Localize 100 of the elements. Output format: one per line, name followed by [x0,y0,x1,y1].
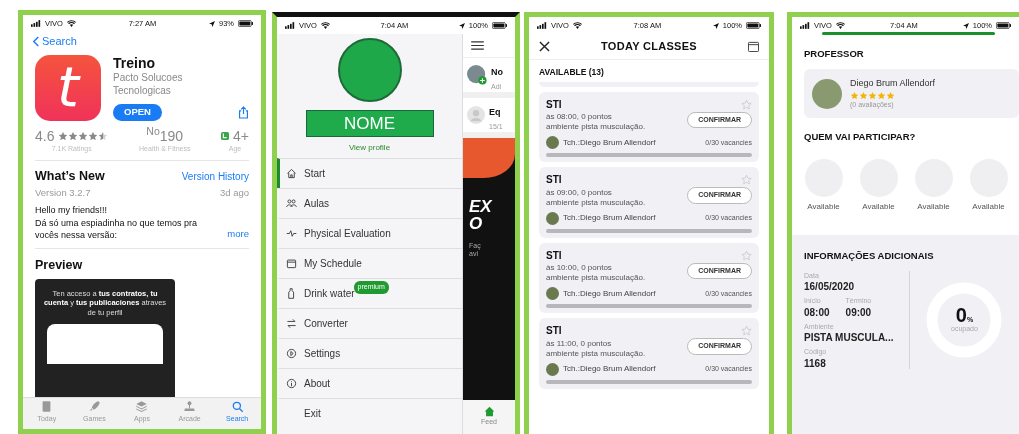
professor-name: Diego Brum Allendorf [850,77,936,91]
wifi-icon [572,22,582,29]
version-label: Version 3.2.7 [35,186,91,201]
signal-icon [800,22,810,29]
share-icon[interactable] [238,105,249,119]
menu-item[interactable]: Exit [277,398,462,428]
teacher-name: Tch.:Diego Brum Allendorf [563,212,656,225]
star-icon [68,131,79,142]
section-heading: QUEM VAI PARTICIPAR? [803,130,917,145]
avatar-placeholder [546,136,559,150]
menu-item[interactable]: My Schedule [277,248,462,278]
user-name: NOME [305,110,434,137]
app-logo: t [35,54,101,121]
rating-value: 4.6 [35,128,55,144]
avatar-placeholder [546,287,559,301]
class-place: ambiente pista musculação. [546,197,646,208]
favorite-star-icon[interactable] [741,174,752,186]
field-value: 08:00 [804,306,830,318]
person-silhouette-icon [467,106,485,124]
slot-label: Available [972,200,1005,213]
joystick-icon [183,400,197,413]
layers-icon [135,400,149,413]
avatar-badge-icon [467,65,487,85]
avatar-placeholder [546,362,559,376]
star-icon [859,90,868,100]
age-rating: 4+ [233,128,249,144]
release-note: Hello my friends!!! [35,204,109,217]
field-value: 09:00 [845,306,872,318]
menu-item[interactable]: Settings [277,338,462,368]
star-icon [88,131,99,142]
banner-headline: O [469,215,484,232]
field-value: PISTA MUSCULA... [804,332,894,344]
class-name: STI [546,97,562,112]
bottle-icon [286,288,297,299]
location-arrow-icon [208,20,215,27]
class-time: às 11:00, 0 pontos [546,338,613,349]
star-icon [98,131,109,142]
favorite-star-icon[interactable] [741,249,752,261]
version-history-link[interactable]: Version History [181,169,249,185]
calendar-icon [286,258,297,269]
signal-icon [31,20,41,27]
pulse-icon [286,228,297,239]
star-icon [877,90,886,100]
app-name: Treino [113,54,156,72]
age-badge-icon [221,132,229,141]
play-circle-icon [286,348,297,359]
star-icon [886,90,895,100]
signal-icon [537,22,547,29]
class-place: ambiente pista musculação. [546,348,646,359]
teacher-name: Tch.:Diego Brum Allendorf [563,287,656,300]
location-arrow-icon [458,22,465,29]
signal-icon [285,22,295,29]
section-heading: INFORMAÇÕES ADICIONAIS [804,248,935,263]
menu-item[interactable]: Aulas [277,188,462,218]
star-icon [868,90,877,100]
teacher-name: Tch.:Diego Brum Allendorf [563,136,656,149]
banner-graphic [463,138,515,178]
banner-headline: EX [469,198,493,215]
battery-icon [238,20,253,27]
battery-icon [746,22,761,29]
wifi-icon [320,22,330,29]
search-icon [230,400,244,413]
menu-item[interactable]: About [277,368,462,398]
battery-icon [996,22,1011,29]
menu-item[interactable]: Physical Evaluation [277,218,462,248]
wifi-icon [66,20,76,27]
home-icon [483,406,495,418]
open-button[interactable]: OPEN [113,104,162,121]
occupancy-value: 0 [955,303,967,326]
avatar-placeholder [546,211,559,225]
menu-item[interactable]: Converter [277,308,462,338]
battery-icon [492,22,507,29]
back-chevron-icon [33,35,39,47]
favorite-star-icon[interactable] [741,98,752,110]
class-time: às 08:00, 0 pontos [546,112,613,123]
section-heading: PROFESSOR [803,47,865,61]
star-icon [78,131,89,142]
section-title: Preview [35,256,84,274]
post-title: Eq [489,106,501,117]
calendar-icon[interactable] [748,41,759,52]
wifi-icon [835,22,845,29]
slot-label: Available [862,200,895,213]
favorite-star-icon[interactable] [741,325,752,337]
release-note: Dá só uma espiadinha no que temos pra vocês nessa versão: [35,216,199,241]
field-value: 16/05/2020 [804,281,855,293]
location-arrow-icon [962,22,969,29]
info-icon [286,378,297,389]
class-time: às 10:00, 0 pontos [546,263,613,274]
teacher-name: Tch.:Diego Brum Allendorf [563,363,656,376]
view-profile-link[interactable]: View profile [277,142,462,154]
class-place: ambiente pista musculação. [546,273,646,284]
back-link[interactable]: Search [23,32,87,51]
close-icon[interactable] [539,41,550,52]
developer-name: Pacto Solucoes Tecnologicas [113,71,184,98]
menu-icon[interactable] [471,41,484,50]
class-place: ambiente pista musculação. [546,122,646,133]
more-link[interactable]: more [227,226,249,241]
home-icon [286,168,297,179]
class-time: às 09:00, 0 pontos [546,187,613,198]
post-title: No [491,66,503,77]
